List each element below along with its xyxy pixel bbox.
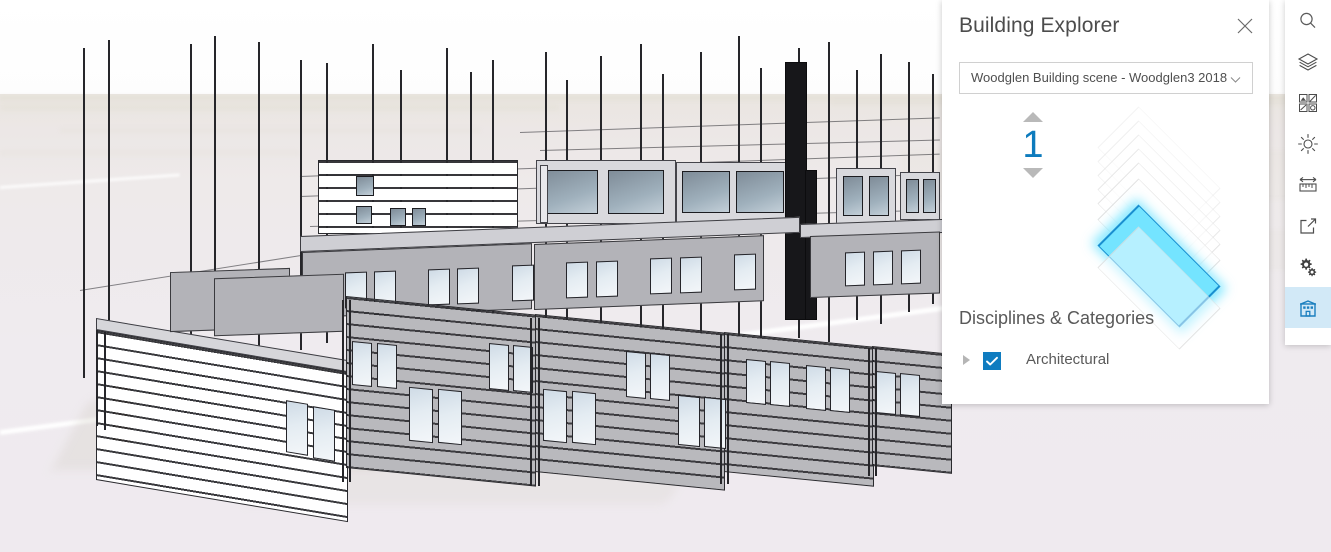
window (566, 261, 588, 299)
window (352, 341, 372, 387)
facade-wall (724, 332, 874, 487)
window (489, 343, 509, 391)
layers-icon (1297, 51, 1319, 73)
scene-viewer-app: Building Explorer Woodglen Building scen… (0, 0, 1331, 552)
search-tool[interactable] (1285, 0, 1331, 41)
window (650, 257, 672, 295)
window (680, 256, 702, 294)
structural-column (108, 40, 110, 340)
window (626, 351, 646, 399)
measure-icon (1297, 175, 1319, 195)
gears-icon (1297, 256, 1319, 278)
search-icon (1298, 11, 1318, 31)
window (873, 250, 893, 286)
window (409, 386, 433, 444)
terrain-band (60, 128, 480, 133)
discipline-label: Architectural (1026, 351, 1110, 368)
interior-wall (540, 165, 548, 223)
window (313, 406, 335, 462)
interior-wall (214, 273, 344, 337)
window (412, 208, 426, 226)
window (830, 367, 850, 413)
facade-post (342, 300, 344, 482)
window (869, 176, 889, 216)
facade-post (349, 300, 351, 482)
window (428, 268, 450, 306)
scene-select-dropdown[interactable]: Woodglen Building scene - Woodglen3 2018 (959, 62, 1253, 94)
window (736, 171, 784, 213)
share-tool[interactable] (1285, 205, 1331, 246)
window (356, 176, 374, 196)
window (512, 264, 534, 302)
building-explorer-panel: Building Explorer Woodglen Building scen… (942, 0, 1269, 404)
window (608, 170, 664, 214)
building-explorer-tool[interactable] (1285, 287, 1331, 328)
dark-wall (785, 62, 807, 320)
level-number: 1 (1022, 124, 1044, 166)
facade-post (868, 348, 870, 476)
window (906, 179, 919, 213)
window (845, 251, 865, 287)
window (900, 373, 920, 417)
window (650, 353, 670, 401)
scene-select-value: Woodglen Building scene - Woodglen3 2018 (971, 70, 1228, 85)
window (746, 359, 766, 405)
structural-column (83, 48, 85, 378)
measure-tool[interactable] (1285, 164, 1331, 205)
building-icon (1297, 297, 1319, 319)
discipline-checkbox[interactable] (983, 352, 1001, 370)
facade-post (530, 318, 532, 486)
panel-header: Building Explorer (942, 0, 1269, 56)
window (704, 396, 726, 450)
terrain-band (0, 150, 300, 156)
window (543, 388, 567, 444)
facade-post (875, 348, 877, 476)
daylight-tool[interactable] (1285, 123, 1331, 164)
share-icon (1298, 216, 1318, 236)
level-selector: 1 (942, 104, 1269, 350)
layers-tool[interactable] (1285, 41, 1331, 82)
level-stepper: 1 (1010, 112, 1056, 204)
facade-post (538, 318, 540, 486)
chevron-down-icon (1229, 73, 1242, 86)
window (770, 361, 790, 407)
window (377, 343, 397, 389)
window (390, 208, 406, 226)
window (572, 390, 596, 446)
window (682, 171, 730, 213)
triangle-right-icon[interactable] (963, 355, 970, 365)
window (923, 179, 936, 213)
window (542, 170, 598, 214)
window (806, 365, 826, 411)
page-title: Building Explorer (959, 14, 1120, 37)
facade-post (720, 334, 722, 484)
disciplines-heading: Disciplines & Categories (959, 308, 1155, 328)
level-up-button[interactable] (1023, 112, 1043, 122)
settings-tool[interactable] (1285, 246, 1331, 287)
window (356, 206, 372, 224)
basemap-tool[interactable] (1285, 82, 1331, 123)
window (286, 400, 308, 456)
window (438, 388, 462, 446)
window (457, 267, 479, 305)
window (734, 253, 756, 291)
window (901, 249, 921, 285)
level-down-button[interactable] (1023, 168, 1043, 178)
facade-post (727, 334, 729, 484)
window (843, 176, 863, 216)
window (596, 260, 618, 298)
level-stack (1064, 104, 1254, 350)
sun-icon (1297, 133, 1319, 155)
basemap-icon (1298, 93, 1318, 113)
discipline-row: Architectural (959, 350, 1249, 374)
facade-post (96, 330, 98, 426)
facade-post (104, 332, 106, 430)
close-icon[interactable] (1233, 14, 1257, 38)
tools-toolbar (1285, 0, 1331, 345)
window (876, 371, 896, 415)
window (678, 394, 700, 448)
